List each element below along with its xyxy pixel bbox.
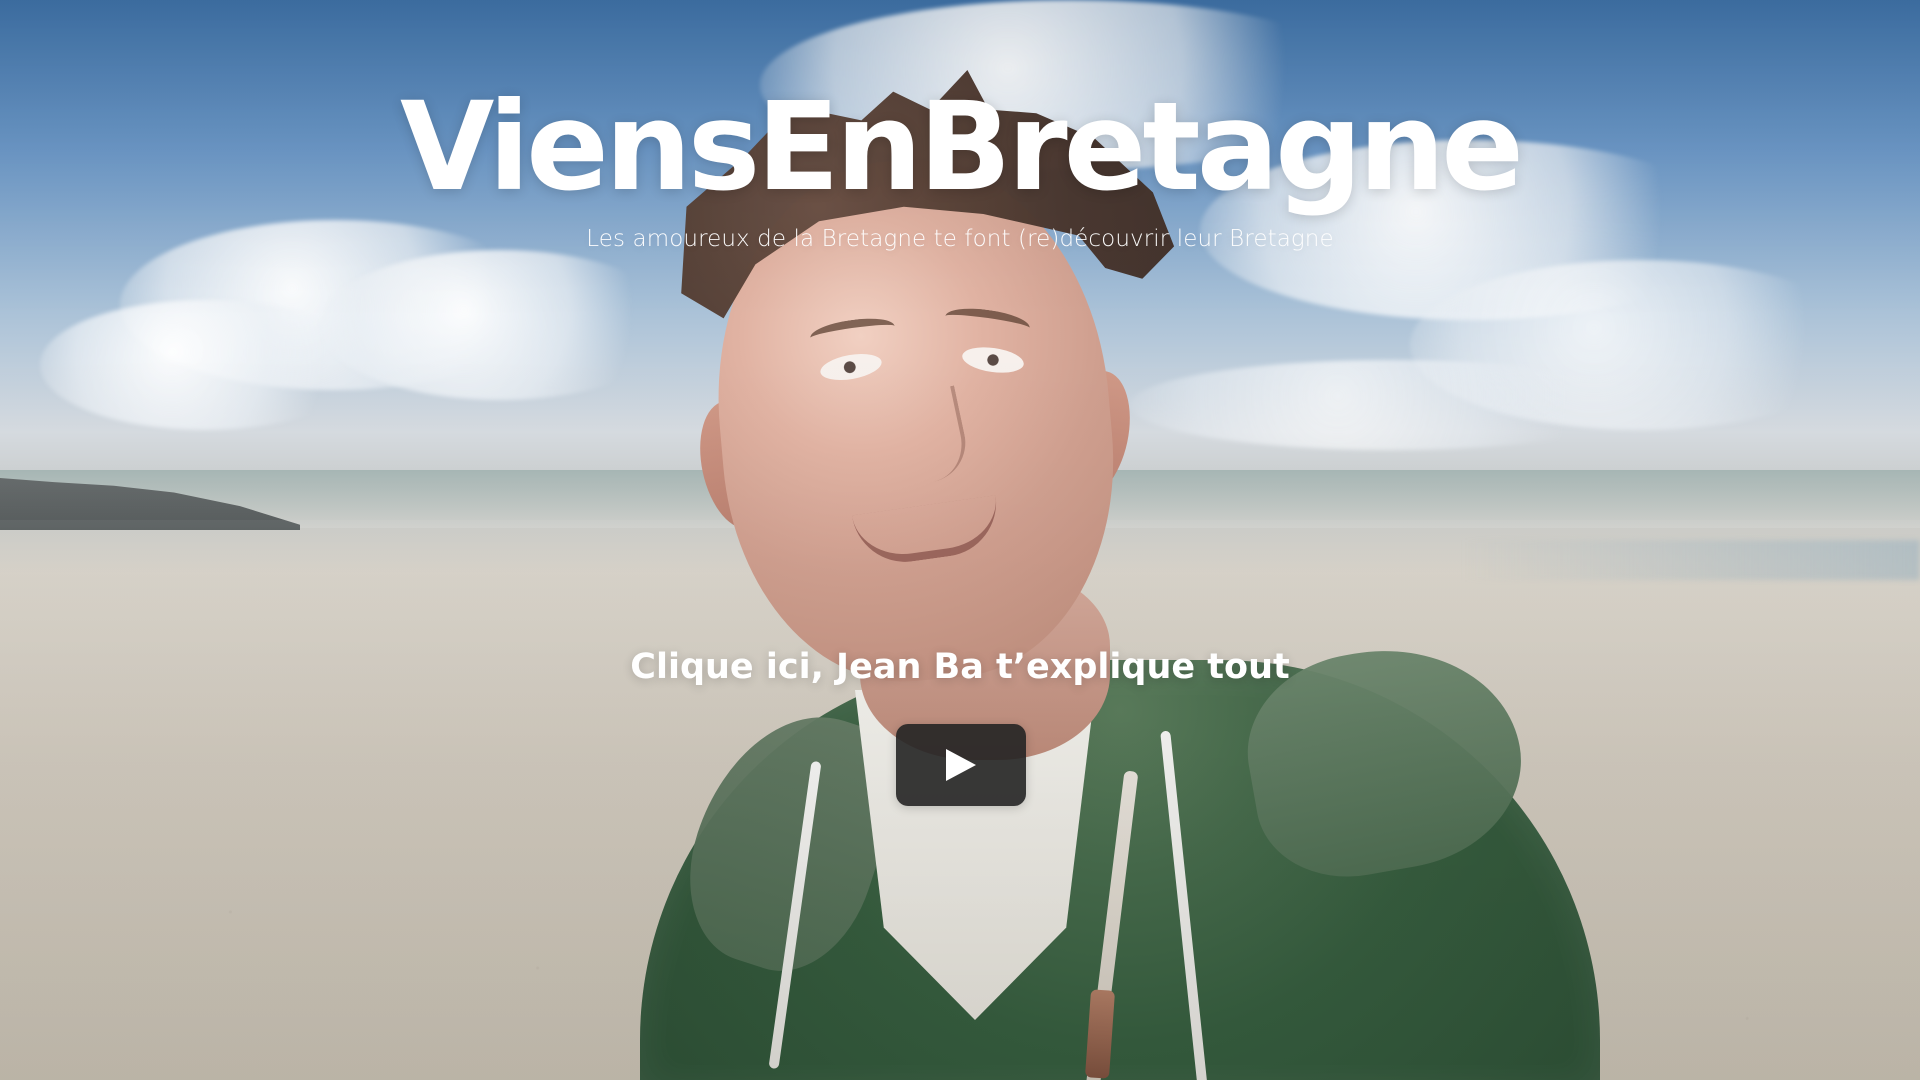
video-call-to-action: Clique ici, Jean Ba t’explique tout bbox=[0, 650, 1920, 685]
play-icon bbox=[946, 749, 976, 781]
site-subtitle: Les amoureux de la Bretagne te font (re)… bbox=[586, 226, 1334, 252]
play-video-button[interactable] bbox=[896, 724, 1026, 806]
site-title: ViensEnBretagne bbox=[400, 76, 1524, 218]
video-cta-label: Clique ici, Jean Ba t’explique tout bbox=[630, 647, 1290, 687]
brand-header: ViensEnBretagne Les amoureux de la Breta… bbox=[0, 86, 1920, 251]
hero-scene: ViensEnBretagne Les amoureux de la Breta… bbox=[0, 0, 1920, 1080]
